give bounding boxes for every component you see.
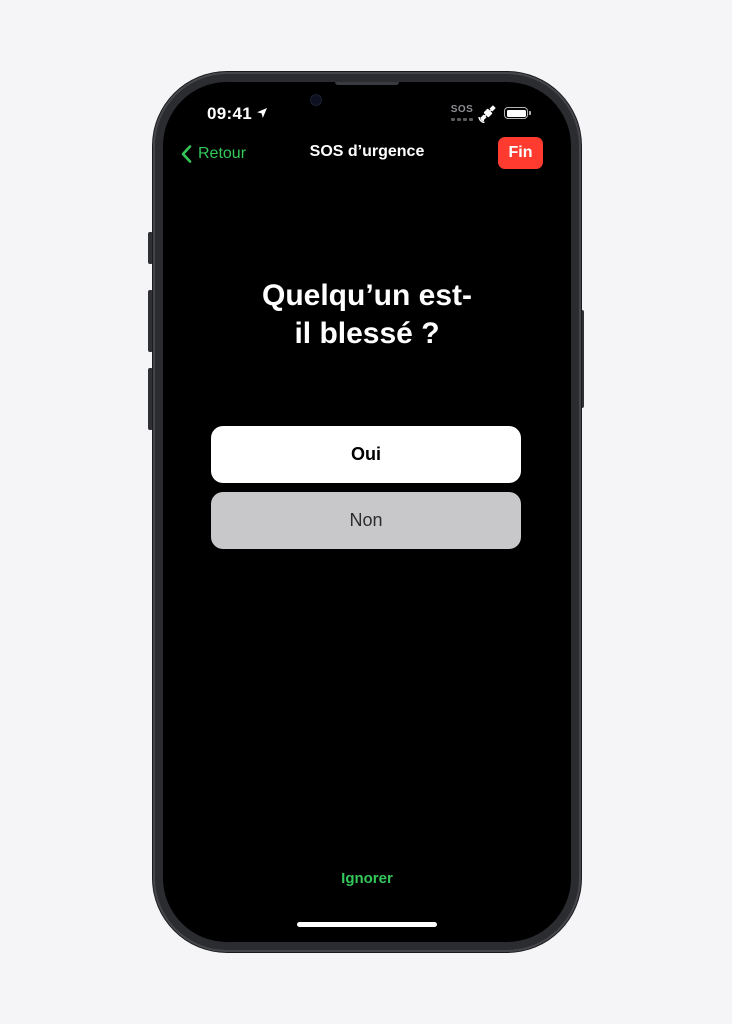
- front-camera: [311, 95, 321, 105]
- skip-button[interactable]: Ignorer: [163, 870, 571, 887]
- product-shot: 09:41 SOS Retour SOS d’urgence Fin Quelq…: [0, 0, 732, 1024]
- question-heading: Quelqu’un est- il blessé ?: [262, 279, 472, 350]
- signal-dots: [450, 118, 474, 121]
- phone-screen: 09:41 SOS Retour SOS d’urgence Fin Quelq…: [163, 82, 571, 942]
- battery-cap: [529, 111, 531, 115]
- yes-button[interactable]: Oui: [211, 426, 521, 483]
- battery-icon: [504, 107, 528, 119]
- sos-indicator: SOS: [450, 104, 474, 124]
- home-indicator[interactable]: [297, 922, 437, 927]
- status-time: 09:41: [207, 104, 252, 123]
- location-arrow-icon: [257, 108, 267, 118]
- no-button[interactable]: Non: [211, 492, 521, 549]
- sos-indicator-label: SOS: [450, 104, 474, 115]
- satellite-icon: [478, 105, 496, 123]
- end-button[interactable]: Fin: [498, 137, 543, 169]
- earpiece-speaker: [335, 82, 399, 85]
